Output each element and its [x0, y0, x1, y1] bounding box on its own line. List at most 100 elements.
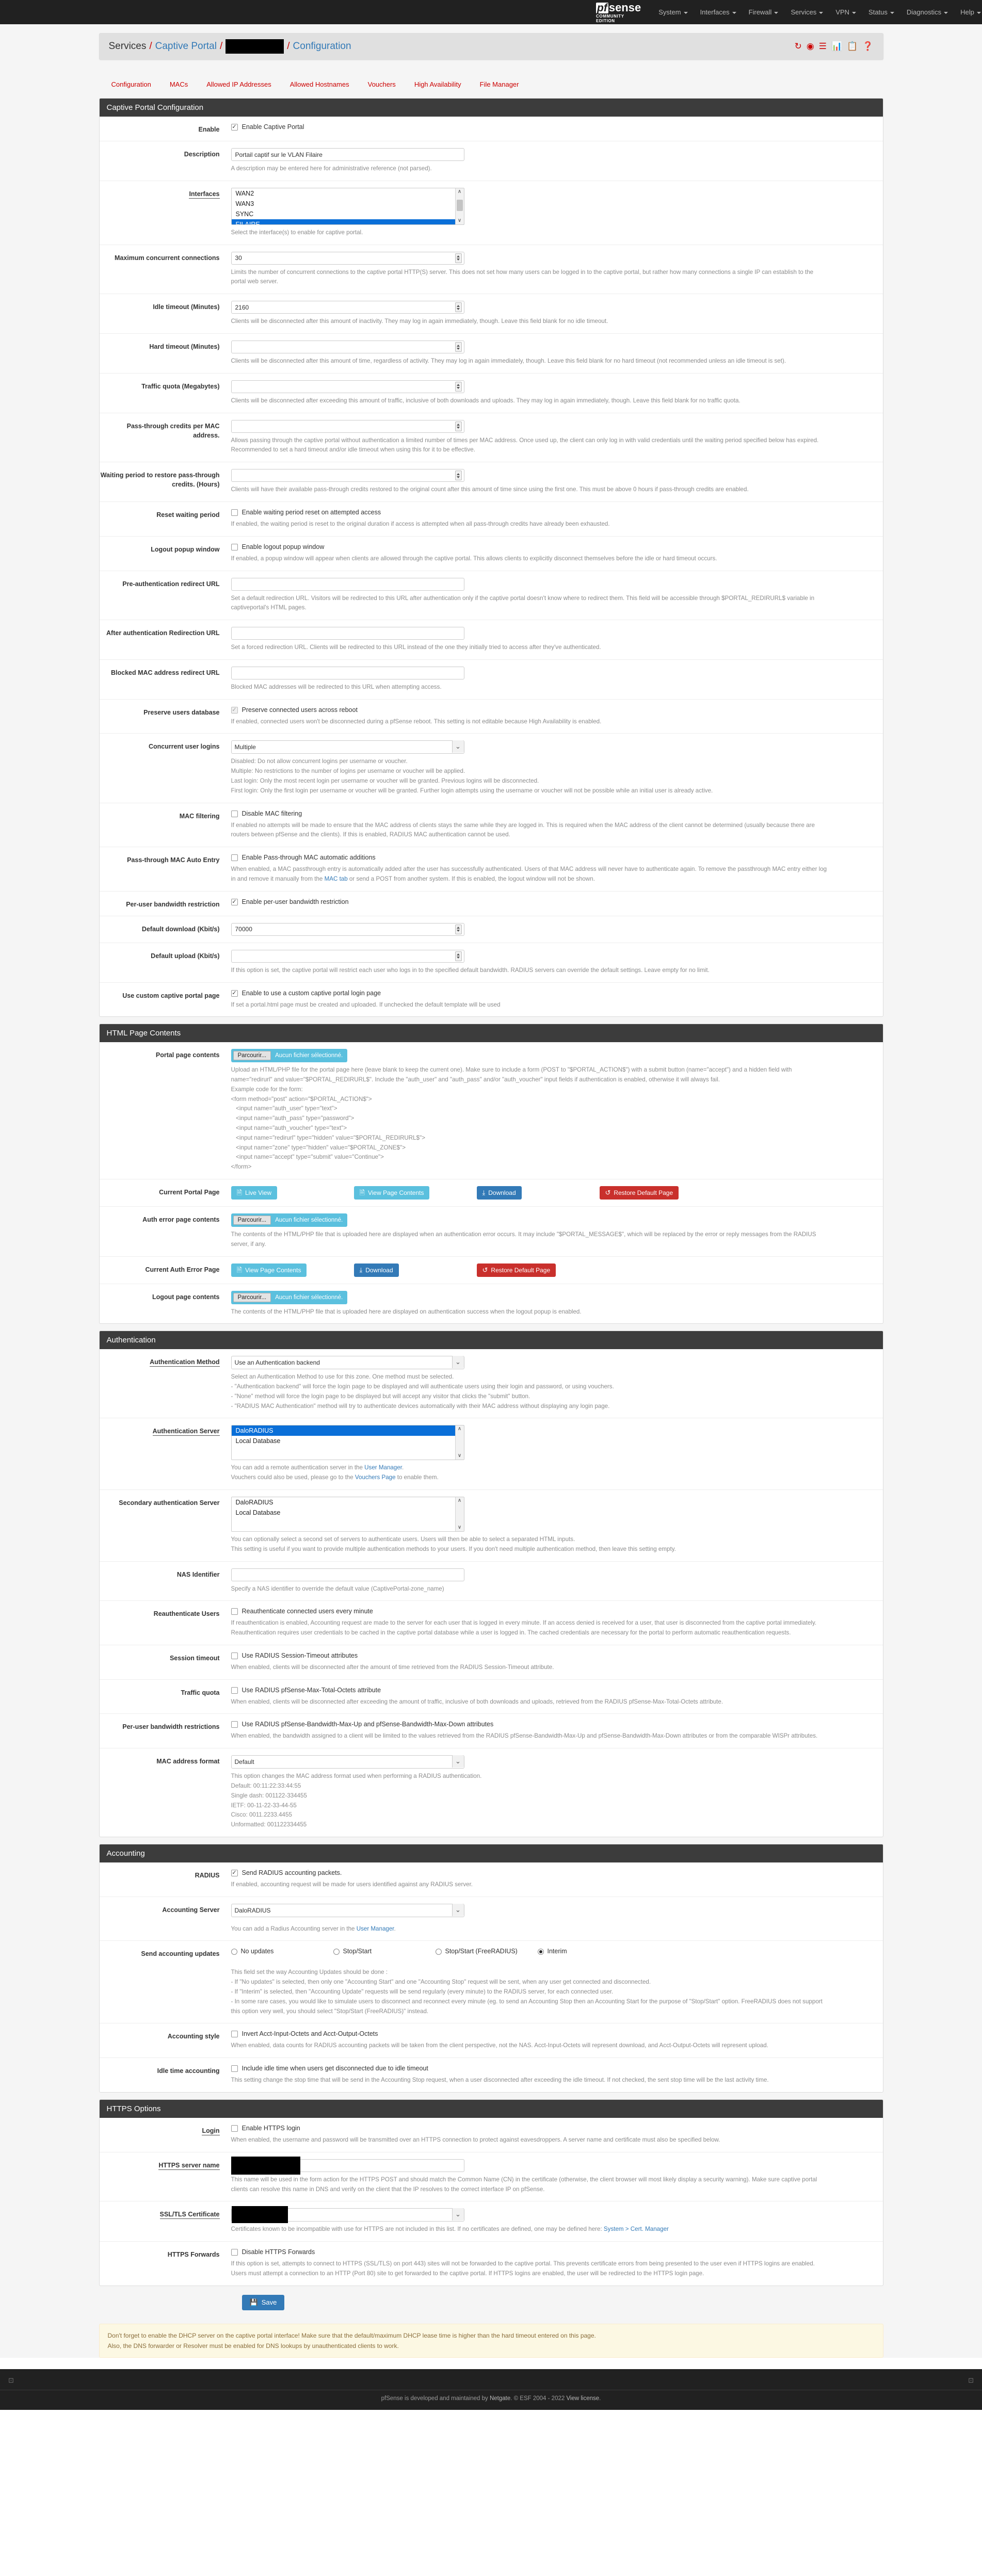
default-download-input[interactable]	[231, 922, 464, 936]
restart-icon[interactable]: ↻	[795, 41, 802, 52]
tab-macs[interactable]: MACs	[160, 77, 197, 91]
logout-popup-checkbox[interactable]: Enable logout popup window	[231, 543, 868, 551]
enable-https-login-checkbox[interactable]: Enable HTTPS login	[231, 2125, 868, 2132]
chart-icon[interactable]: 📊	[831, 41, 842, 52]
idle-time-accounting-checkbox[interactable]: Include idle time when users get disconn…	[231, 2065, 868, 2072]
listbox-option[interactable]: SYNC	[232, 209, 464, 219]
nav-item-help[interactable]: Help	[954, 5, 982, 19]
tab-configuration[interactable]: Configuration	[102, 77, 160, 91]
listbox-option[interactable]: WAN3	[232, 199, 464, 209]
number-stepper[interactable]	[455, 253, 462, 263]
scroll-down-icon[interactable]: ∨	[458, 1452, 461, 1460]
logout-page-file-input[interactable]: Parcourir... Aucun fichier sélectionné.	[231, 1290, 348, 1304]
tab-allowed-ip-addresses[interactable]: Allowed IP Addresses	[197, 77, 281, 91]
netgate-link[interactable]: Netgate	[490, 2395, 510, 2402]
tab-file-manager[interactable]: File Manager	[471, 77, 528, 91]
after-auth-redirect-input[interactable]	[231, 627, 464, 640]
preauth-redirect-input[interactable]	[231, 577, 464, 591]
help-icon[interactable]: ❓	[862, 41, 873, 52]
radio-interim[interactable]: Interim	[537, 1948, 640, 1955]
nav-item-diagnostics[interactable]: Diagnostics	[900, 5, 954, 19]
send-radius-accounting-checkbox[interactable]: Send RADIUS accounting packets.	[231, 1869, 868, 1877]
listbox-scrollbar[interactable]: ∧ ∨	[455, 188, 464, 224]
traffic-quota-input[interactable]	[231, 380, 464, 393]
live-view-button[interactable]: 🗎 Live View	[231, 1186, 278, 1200]
listbox-option-selected[interactable]: DaloRADIUS	[231, 1425, 464, 1436]
authentication-server-listbox[interactable]: DaloRADIUS Local Database ∧ ∨	[231, 1425, 464, 1461]
number-stepper[interactable]	[455, 421, 462, 431]
reauthenticate-users-checkbox[interactable]: Reauthenticate connected users every min…	[231, 1608, 868, 1615]
use-custom-portal-checkbox[interactable]: Enable to use a custom captive portal lo…	[231, 990, 868, 997]
tab-allowed-hostnames[interactable]: Allowed Hostnames	[281, 77, 359, 91]
vouchers-page-link[interactable]: Vouchers Page	[355, 1474, 396, 1481]
accounting-server-select[interactable]: DaloRADIUS	[231, 1903, 464, 1917]
number-stepper[interactable]	[455, 302, 462, 313]
disable-https-forwards-checkbox[interactable]: Disable HTTPS Forwards	[231, 2248, 868, 2256]
scroll-up-icon[interactable]: ∧	[458, 1425, 461, 1433]
radius-traffic-quota-checkbox[interactable]: Use RADIUS pfSense-Max-Total-Octets attr…	[231, 1687, 868, 1694]
session-timeout-checkbox[interactable]: Use RADIUS Session-Timeout attributes	[231, 1652, 868, 1660]
listbox-option[interactable]: WAN2	[232, 188, 464, 199]
number-stepper[interactable]	[455, 342, 462, 352]
download-button[interactable]: ⤓ Download	[353, 1263, 399, 1277]
mac-address-format-select[interactable]: Default	[231, 1755, 464, 1769]
max-concurrent-input[interactable]	[231, 251, 464, 265]
view-page-contents-button[interactable]: 🗎 View Page Contents	[353, 1186, 430, 1200]
footer-right-toggle-icon[interactable]: ⊡	[968, 2376, 974, 2385]
breadcrumb-captive-portal[interactable]: Captive Portal	[155, 41, 217, 52]
view-page-contents-button[interactable]: 🗎 View Page Contents	[231, 1263, 307, 1277]
view-license-link[interactable]: View license	[566, 2395, 599, 2402]
tab-high-availability[interactable]: High Availability	[405, 77, 471, 91]
idle-timeout-input[interactable]	[231, 301, 464, 314]
listbox-scrollbar[interactable]: ∧ ∨	[455, 1497, 464, 1531]
radio-stop-start[interactable]: Stop/Start	[333, 1948, 436, 1955]
listbox-scrollbar[interactable]: ∧ ∨	[455, 1425, 464, 1460]
restore-default-page-button[interactable]: ↺ Restore Default Page	[476, 1263, 556, 1277]
passthrough-mac-auto-checkbox[interactable]: Enable Pass-through MAC automatic additi…	[231, 854, 868, 862]
nav-item-vpn[interactable]: VPN	[829, 5, 862, 19]
passthrough-credits-input[interactable]	[231, 419, 464, 433]
number-stepper[interactable]	[455, 951, 462, 961]
portal-page-file-input[interactable]: Parcourir... Aucun fichier sélectionné.	[231, 1049, 348, 1063]
breadcrumb-configuration[interactable]: Configuration	[293, 41, 351, 52]
radius-per-user-bandwidth-checkbox[interactable]: Use RADIUS pfSense-Bandwidth-Max-Up and …	[231, 1721, 868, 1728]
description-input[interactable]	[231, 148, 464, 161]
radio-stop-start-freeradius[interactable]: Stop/Start (FreeRADIUS)	[435, 1948, 538, 1955]
interfaces-listbox[interactable]: WAN2 WAN3 SYNC FILAIRE ∧ ∨	[231, 187, 464, 225]
download-button[interactable]: ⤓ Download	[476, 1186, 522, 1200]
number-stepper[interactable]	[455, 471, 462, 481]
listbox-option[interactable]: Local Database	[232, 1508, 464, 1518]
reset-waiting-checkbox[interactable]: Enable waiting period reset on attempted…	[231, 509, 868, 516]
stop-icon[interactable]: ◉	[807, 41, 814, 52]
nav-item-interfaces[interactable]: Interfaces	[694, 5, 743, 19]
enable-captive-portal-checkbox[interactable]: Enable Captive Portal	[231, 123, 868, 131]
nav-item-firewall[interactable]: Firewall	[743, 5, 785, 19]
user-manager-link[interactable]: User Manager	[364, 1464, 402, 1471]
log-icon[interactable]: 📋	[847, 41, 858, 52]
mac-filtering-checkbox[interactable]: Disable MAC filtering	[231, 810, 868, 818]
browse-button[interactable]: Parcourir...	[233, 1292, 271, 1302]
pfsense-logo[interactable]: pf sense COMMUNITY EDITION	[596, 2, 641, 23]
number-stepper[interactable]	[455, 381, 462, 392]
user-manager-link[interactable]: User Manager	[357, 1925, 394, 1932]
browse-button[interactable]: Parcourir...	[233, 1051, 271, 1061]
radio-no-updates[interactable]: No updates	[231, 1948, 333, 1955]
browse-button[interactable]: Parcourir...	[233, 1215, 271, 1225]
nav-item-system[interactable]: System	[652, 5, 694, 19]
per-user-bandwidth-checkbox[interactable]: Enable per-user bandwidth restriction	[231, 898, 868, 906]
nas-identifier-input[interactable]	[231, 1568, 464, 1581]
scroll-up-icon[interactable]: ∧	[458, 1497, 461, 1504]
nav-item-status[interactable]: Status	[862, 5, 900, 19]
tab-vouchers[interactable]: Vouchers	[359, 77, 405, 91]
restore-default-page-button[interactable]: ↺ Restore Default Page	[599, 1186, 679, 1200]
cert-manager-link[interactable]: System > Cert. Manager	[604, 2226, 669, 2232]
authentication-method-select[interactable]: Use an Authentication backend	[231, 1356, 464, 1370]
scroll-thumb[interactable]	[456, 199, 463, 211]
hard-timeout-input[interactable]	[231, 341, 464, 354]
scroll-down-icon[interactable]: ∨	[458, 1524, 461, 1531]
nav-item-services[interactable]: Services	[784, 5, 829, 19]
mac-tab-link[interactable]: MAC tab	[325, 876, 348, 882]
default-upload-input[interactable]	[231, 949, 464, 963]
filter-icon[interactable]: ☰	[819, 41, 827, 52]
blocked-mac-redirect-input[interactable]	[231, 666, 464, 679]
